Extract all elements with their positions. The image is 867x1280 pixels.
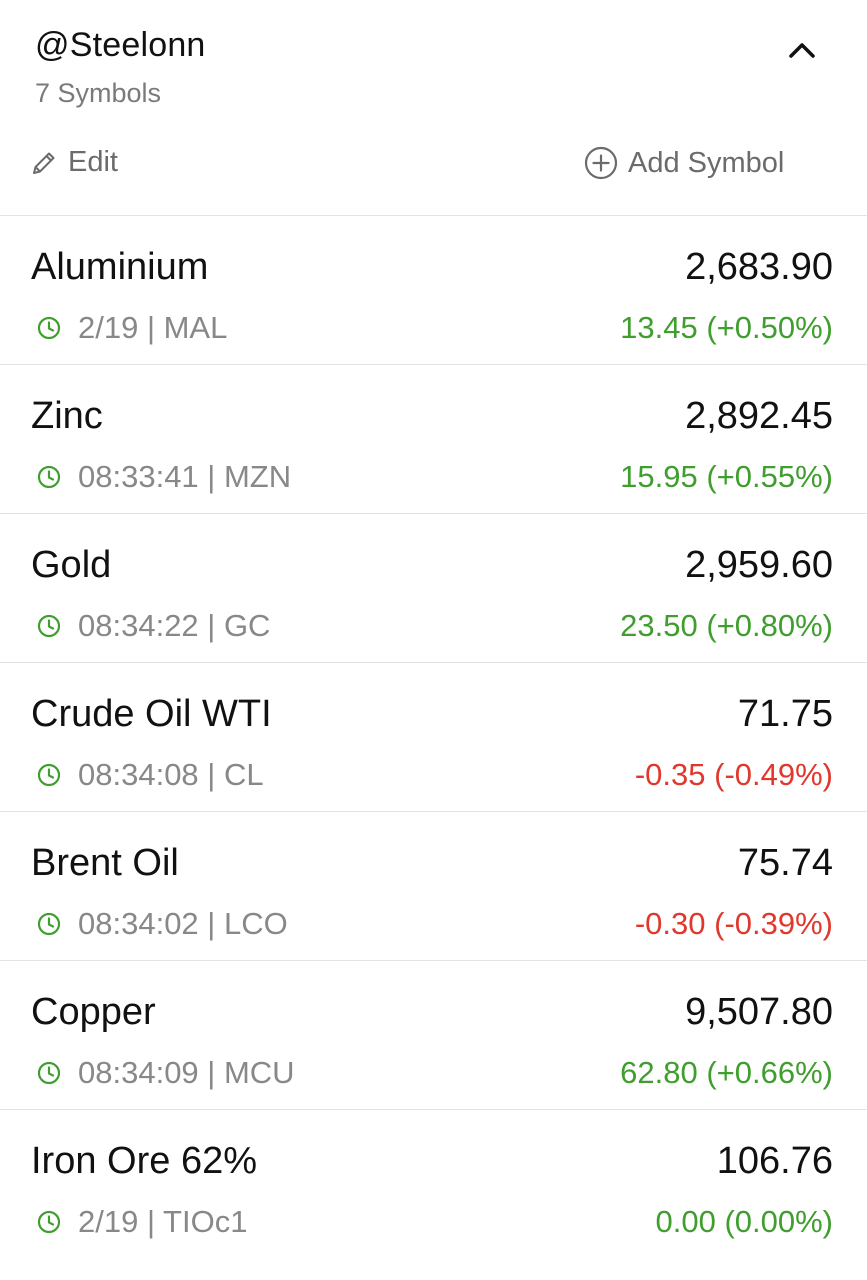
symbol-name: Iron Ore 62% — [31, 1140, 257, 1182]
symbol-row-brent-oil[interactable]: Brent Oil 75.74 08:34:02 | LCO -0.30 (-0… — [0, 812, 867, 961]
clock-icon — [37, 912, 61, 936]
clock-icon — [37, 316, 61, 340]
symbol-row-aluminium[interactable]: Aluminium 2,683.90 2/19 | MAL 13.45 (+0.… — [0, 216, 867, 365]
symbol-price: 75.74 — [737, 842, 833, 884]
symbol-price: 2,892.45 — [685, 395, 833, 437]
collapse-button[interactable] — [782, 30, 822, 70]
edit-label: Edit — [68, 146, 118, 178]
symbol-change: 15.95 (+0.55%) — [620, 459, 833, 494]
symbol-meta: 08:34:09 | MCU — [36, 1055, 295, 1091]
symbol-meta-text: 08:34:09 | MCU — [78, 1055, 295, 1090]
symbol-meta: 08:33:41 | MZN — [36, 459, 291, 495]
symbol-meta: 08:34:08 | CL — [36, 757, 264, 793]
symbol-meta: 08:34:02 | LCO — [36, 906, 288, 942]
symbol-name: Crude Oil WTI — [31, 693, 272, 735]
symbol-name: Brent Oil — [31, 842, 179, 884]
symbol-change: 62.80 (+0.66%) — [620, 1055, 833, 1090]
symbol-row-zinc[interactable]: Zinc 2,892.45 08:33:41 | MZN 15.95 (+0.5… — [0, 365, 867, 514]
clock-icon — [37, 1061, 61, 1085]
clock-icon — [37, 1210, 61, 1234]
clock-icon — [37, 763, 61, 787]
symbol-name: Copper — [31, 991, 156, 1033]
symbol-price: 2,959.60 — [685, 544, 833, 586]
symbol-price: 106.76 — [716, 1140, 833, 1182]
symbol-row-gold[interactable]: Gold 2,959.60 08:34:22 | GC 23.50 (+0.80… — [0, 514, 867, 663]
chevron-up-icon — [789, 43, 815, 58]
symbol-meta: 2/19 | TIOc1 — [36, 1204, 247, 1240]
plus-circle-icon — [584, 146, 618, 180]
symbol-price: 71.75 — [737, 693, 833, 735]
symbol-meta-text: 08:33:41 | MZN — [78, 459, 292, 494]
symbol-name: Zinc — [31, 395, 103, 437]
symbol-row-iron-ore-62[interactable]: Iron Ore 62% 106.76 2/19 | TIOc1 0.00 (0… — [0, 1110, 867, 1259]
symbol-change: -0.30 (-0.39%) — [634, 906, 833, 941]
watchlist-header: @Steelonn 7 Symbols Edit Add Symbol — [0, 0, 867, 216]
symbol-name: Aluminium — [31, 246, 209, 288]
symbol-count: 7 Symbols — [35, 78, 162, 108]
symbol-meta-text: 2/19 | TIOc1 — [78, 1204, 248, 1239]
symbol-meta-text: 08:34:22 | GC — [78, 608, 271, 643]
symbol-meta-text: 08:34:02 | LCO — [78, 906, 288, 941]
clock-icon — [37, 614, 61, 638]
edit-button[interactable]: Edit — [30, 146, 118, 179]
symbol-change: 23.50 (+0.80%) — [620, 608, 833, 643]
symbol-meta-text: 08:34:08 | CL — [78, 757, 264, 792]
symbol-name: Gold — [31, 544, 112, 586]
symbol-row-copper[interactable]: Copper 9,507.80 08:34:09 | MCU 62.80 (+0… — [0, 961, 867, 1110]
symbol-change: 13.45 (+0.50%) — [620, 310, 833, 345]
symbol-meta: 08:34:22 | GC — [36, 608, 270, 644]
pencil-icon — [33, 152, 55, 174]
symbol-price: 2,683.90 — [685, 246, 833, 288]
symbol-change: -0.35 (-0.49%) — [634, 757, 833, 792]
watchlist-title: @Steelonn — [35, 26, 206, 64]
symbol-list: Aluminium 2,683.90 2/19 | MAL 13.45 (+0.… — [0, 216, 867, 1259]
symbol-row-crude-oil-wti[interactable]: Crude Oil WTI 71.75 08:34:08 | CL -0.35 … — [0, 663, 867, 812]
symbol-meta-text: 2/19 | MAL — [78, 310, 228, 345]
symbol-price: 9,507.80 — [685, 991, 833, 1033]
symbol-meta: 2/19 | MAL — [36, 310, 227, 346]
clock-icon — [37, 465, 61, 489]
add-symbol-button[interactable]: Add Symbol — [584, 146, 784, 180]
add-symbol-label: Add Symbol — [628, 146, 785, 179]
symbol-change: 0.00 (0.00%) — [655, 1204, 834, 1239]
